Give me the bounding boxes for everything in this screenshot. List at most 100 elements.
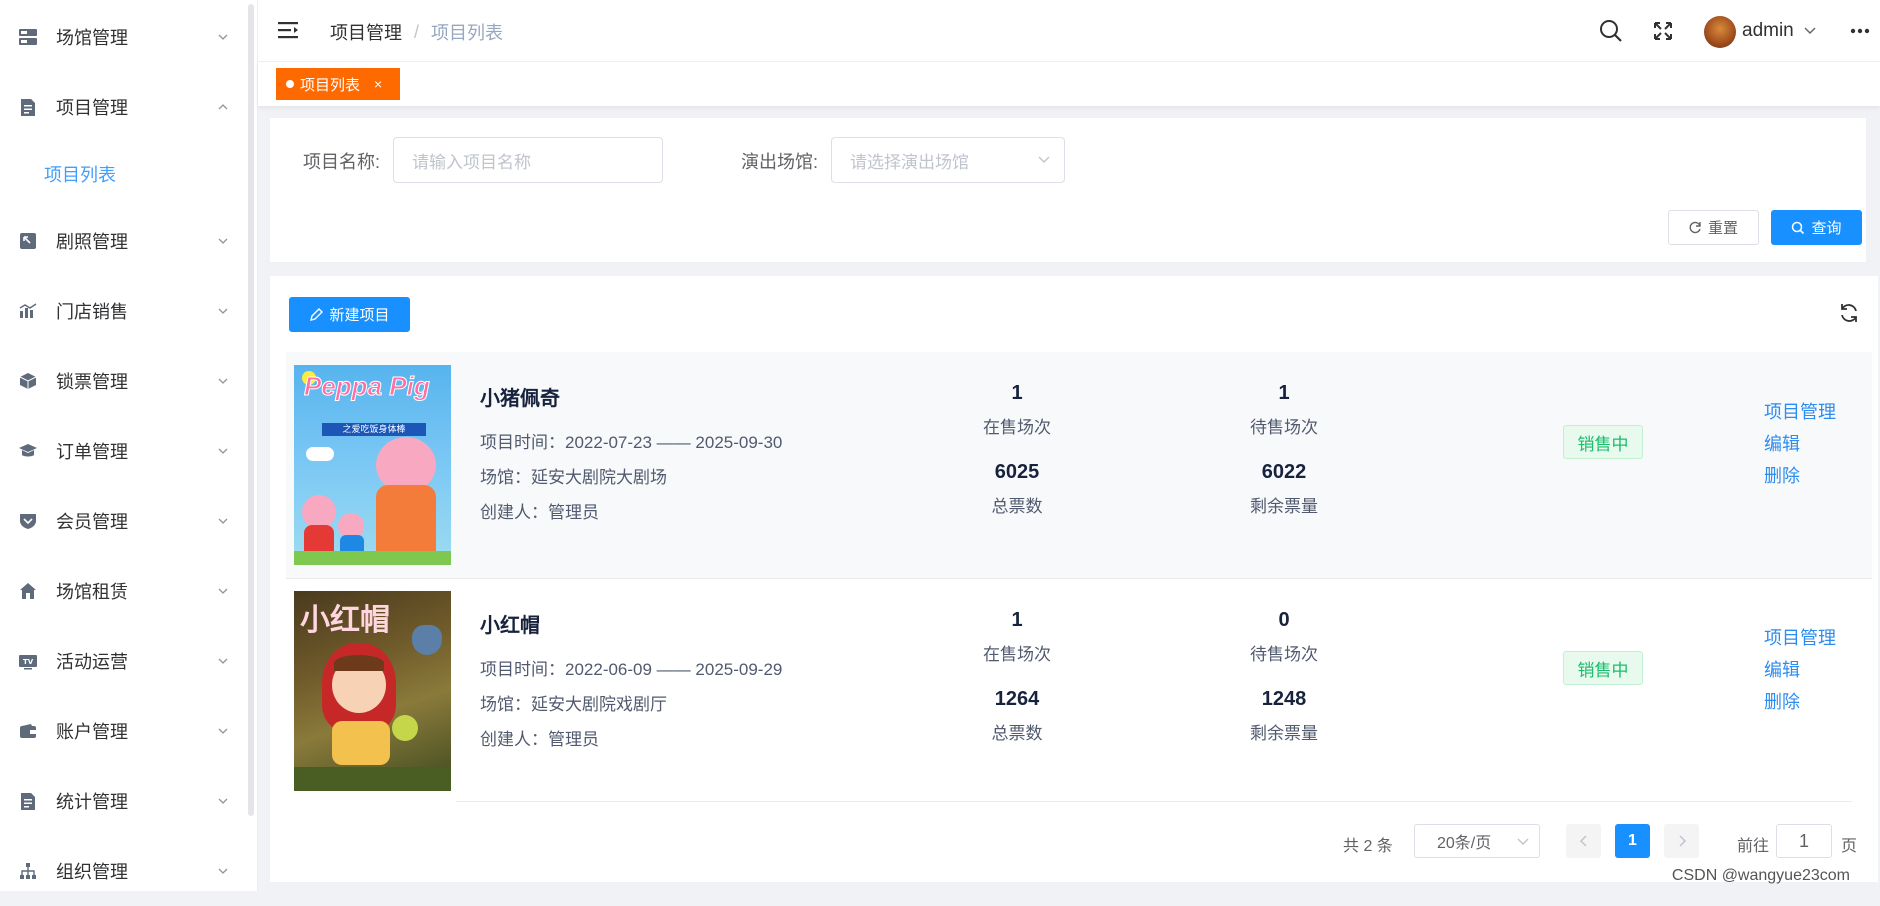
chevron-down-icon[interactable]	[1804, 26, 1816, 36]
project-name-label: 项目名称:	[303, 148, 380, 174]
next-page-button[interactable]	[1664, 824, 1699, 858]
pagination-total: 共 2 条	[1343, 832, 1393, 856]
menu-fold-icon[interactable]	[276, 18, 302, 44]
sidebar-scrollbar[interactable]	[248, 4, 254, 816]
apple-shape	[392, 715, 418, 741]
tag-label: 项目列表	[300, 74, 360, 95]
document-icon	[18, 791, 38, 811]
tags-view: 项目列表 ×	[258, 62, 1880, 106]
edit-link[interactable]: 编辑	[1764, 430, 1800, 456]
new-project-label: 新建项目	[329, 304, 389, 325]
menu-item-statistics[interactable]: 统计管理	[0, 766, 248, 836]
poster-subtitle: 之爱吃饭身体棒	[322, 423, 426, 436]
close-icon[interactable]: ×	[374, 76, 382, 92]
project-name-input[interactable]: 请输入项目名称	[393, 137, 663, 183]
watermark: CSDN @wangyue23com	[1672, 867, 1850, 885]
chevron-down-icon	[218, 866, 228, 876]
pending-count: 0	[1204, 609, 1364, 632]
menu-item-store-sales[interactable]: 门店销售	[0, 276, 248, 346]
project-poster: 小红帽	[294, 591, 451, 791]
menu-label: 活动运营	[56, 648, 128, 674]
chevron-down-icon	[218, 306, 228, 316]
menu-item-accounts[interactable]: 账户管理	[0, 696, 248, 766]
query-button[interactable]: 查询	[1771, 210, 1862, 245]
goto-label: 前往	[1737, 832, 1769, 856]
remaining-tickets: 6022	[1204, 461, 1364, 484]
menu-label: 场馆租赁	[56, 578, 128, 604]
chevron-down-icon	[218, 516, 228, 526]
chevron-down-icon	[1517, 837, 1529, 847]
project-venue: 场馆：延安大剧院戏剧厅	[480, 690, 667, 715]
server-icon	[18, 27, 38, 47]
sidebar-subitem-project-list[interactable]: 项目列表	[0, 142, 248, 206]
menu-item-organization[interactable]: 组织管理	[0, 836, 248, 906]
org-tree-icon	[18, 861, 38, 881]
edit-icon	[309, 308, 323, 322]
more-icon[interactable]	[1850, 28, 1870, 34]
status-badge: 销售中	[1563, 425, 1643, 459]
user-name[interactable]: admin	[1742, 20, 1794, 42]
venue-placeholder: 请选择演出场馆	[850, 148, 969, 173]
document-icon	[18, 97, 38, 117]
prev-page-button[interactable]	[1566, 824, 1601, 858]
remaining-tickets: 1248	[1204, 688, 1364, 711]
tab-project-list[interactable]: 项目列表 ×	[276, 68, 400, 100]
pending-label: 待售场次	[1204, 640, 1364, 665]
chevron-down-icon	[218, 586, 228, 596]
menu-item-members[interactable]: 会员管理	[0, 486, 248, 556]
search-form: 项目名称: 请输入项目名称 演出场馆: 请选择演出场馆 重置 查询	[270, 118, 1866, 262]
project-poster: Peppa Pig 之爱吃饭身体棒	[294, 365, 451, 565]
chevron-down-icon	[218, 376, 228, 386]
delete-link[interactable]: 删除	[1764, 462, 1800, 488]
chart-icon	[18, 301, 38, 321]
poster-title: 小红帽	[300, 595, 390, 639]
grass-shape	[294, 551, 451, 565]
breadcrumb-current: 项目列表	[431, 19, 503, 45]
menu-label: 组织管理	[56, 858, 128, 884]
menu-label: 场馆管理	[56, 24, 128, 50]
reset-label: 重置	[1708, 217, 1738, 238]
avatar[interactable]	[1704, 16, 1736, 48]
cloud-shape	[306, 447, 334, 461]
query-label: 查询	[1811, 217, 1841, 238]
chevron-right-icon	[1677, 835, 1687, 847]
breadcrumb-item[interactable]: 项目管理	[330, 19, 402, 45]
graduation-icon	[18, 441, 38, 461]
edit-link[interactable]: 编辑	[1764, 656, 1800, 682]
menu-item-orders[interactable]: 订单管理	[0, 416, 248, 486]
manage-link[interactable]: 项目管理	[1764, 398, 1836, 424]
manage-link[interactable]: 项目管理	[1764, 624, 1836, 650]
pending-label: 待售场次	[1204, 413, 1364, 438]
menu-label: 统计管理	[56, 788, 128, 814]
project-venue: 场馆：延安大剧院大剧场	[480, 463, 667, 488]
svg-text:TV: TV	[23, 658, 34, 666]
menu-item-venue[interactable]: 场馆管理	[0, 2, 248, 72]
total-tickets: 6025	[937, 461, 1097, 484]
page-number-current[interactable]: 1	[1615, 824, 1650, 858]
menu-item-activities[interactable]: TV 活动运营	[0, 626, 248, 696]
page-unit-label: 页	[1841, 832, 1857, 856]
refresh-icon[interactable]	[1838, 302, 1860, 324]
page-size-select[interactable]: 20条/页	[1414, 824, 1540, 858]
menu-item-project[interactable]: 项目管理	[0, 72, 248, 142]
menu-label: 账户管理	[56, 718, 128, 744]
menu-item-lock-ticket[interactable]: 锁票管理	[0, 346, 248, 416]
active-dot	[286, 80, 294, 88]
remaining-tickets-label: 剩余票量	[1204, 492, 1364, 517]
menu-label: 锁票管理	[56, 368, 128, 394]
delete-link[interactable]: 删除	[1764, 688, 1800, 714]
reset-button[interactable]: 重置	[1668, 210, 1759, 245]
chevron-down-icon	[218, 32, 228, 42]
hair-shape	[334, 655, 384, 671]
home-icon	[18, 581, 38, 601]
search-icon[interactable]	[1598, 18, 1624, 44]
fullscreen-icon[interactable]	[1650, 18, 1676, 44]
goto-page-input[interactable]: 1	[1776, 824, 1832, 858]
venue-select[interactable]: 请选择演出场馆	[831, 137, 1065, 183]
menu-item-photo[interactable]: 剧照管理	[0, 206, 248, 276]
on-sale-count: 1	[937, 382, 1097, 405]
menu-item-venue-rental[interactable]: 场馆租赁	[0, 556, 248, 626]
new-project-button[interactable]: 新建项目	[289, 297, 410, 332]
chevron-up-icon	[218, 102, 228, 112]
total-tickets: 1264	[937, 688, 1097, 711]
